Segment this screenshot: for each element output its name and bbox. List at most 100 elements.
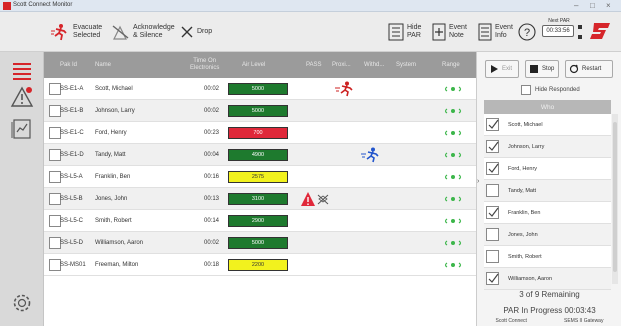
who-checkbox[interactable] (486, 228, 499, 241)
timer-adjust[interactable] (577, 24, 583, 40)
col-pak-id[interactable]: Pak Id (60, 52, 77, 78)
grid-header: Pak Id Name Time On Electronics Air Leve… (44, 52, 476, 78)
restart-button[interactable]: Restart (565, 60, 613, 78)
who-checkbox[interactable] (486, 250, 499, 263)
col-range[interactable]: Range (442, 52, 460, 78)
time-on-cell: 00:02 (204, 240, 220, 246)
acknowledge-silence-label: Acknowledge & Silence (133, 24, 175, 39)
checkmark-icon (488, 207, 499, 217)
event-note-label: Event Note (449, 24, 467, 39)
col-withdrawal[interactable]: Withd... (364, 52, 384, 78)
table-row[interactable]: SS-E1-C Ford, Henry 00:23 700 (44, 122, 476, 144)
who-list-item[interactable]: Smith, Robert (484, 246, 611, 268)
who-name: Smith, Robert (508, 254, 542, 260)
close-button[interactable]: × (606, 1, 611, 10)
who-list-item[interactable]: Jones, John (484, 224, 611, 246)
who-list-item[interactable]: Scott, Michael (484, 114, 611, 136)
svg-text:?: ? (524, 27, 530, 39)
log-view-icon[interactable] (10, 118, 34, 140)
event-info-label: Event Info (495, 24, 513, 39)
table-row[interactable]: SS-E1-D Tandy, Matt 00:04 4900 (44, 144, 476, 166)
help-icon: ? (518, 23, 536, 41)
who-list-item[interactable]: Johnson, Larry (484, 136, 611, 158)
event-note-button[interactable]: Event Note (432, 20, 467, 44)
table-row[interactable]: SS-L5-D Williamson, Aaron 00:02 5000 (44, 232, 476, 254)
stop-label: Stop (542, 66, 555, 72)
air-level-bar: 4900 (228, 149, 288, 161)
range-signal-icon (444, 130, 462, 136)
who-checkbox[interactable] (486, 206, 499, 219)
app-icon (3, 2, 11, 10)
time-on-cell: 00:13 (204, 196, 220, 202)
list-view-icon[interactable] (10, 60, 34, 82)
par-progress: PAR In Progress 00:03:43 (503, 306, 596, 315)
pak-id-cell: SS-L5-A (60, 174, 83, 180)
who-checkbox[interactable] (486, 140, 499, 153)
next-par-label: Next PAR (548, 18, 570, 24)
checkmark-icon (488, 119, 499, 129)
col-pass[interactable]: PASS (306, 52, 322, 78)
who-name: Williamson, Aaron (508, 276, 553, 282)
window-title: Scott Connect Monitor (13, 2, 73, 8)
who-scrollbar-thumb[interactable] (613, 122, 617, 272)
time-on-cell: 00:23 (204, 130, 220, 136)
table-row[interactable]: SS-L5-B Jones, John 00:13 3100 (44, 188, 476, 210)
event-info-button[interactable]: Event Info (478, 20, 513, 44)
hide-responded-checkbox[interactable] (521, 85, 531, 95)
range-signal-icon (444, 86, 462, 92)
pak-id-cell: SS-E1-D (60, 152, 84, 158)
col-time-on[interactable]: Time On Electronics (190, 52, 230, 78)
air-level-bar: 5000 (228, 83, 288, 95)
acknowledge-silence-button[interactable]: Acknowledge & Silence (112, 20, 175, 44)
col-system[interactable]: System (396, 52, 416, 78)
stop-button[interactable]: Stop (525, 60, 559, 78)
table-row[interactable]: SS-L5-A Franklin, Ben 00:16 2575 (44, 166, 476, 188)
who-list-item[interactable]: Ford, Henry (484, 158, 611, 180)
who-list-item[interactable]: Tandy, Matt (484, 180, 611, 202)
who-checkbox[interactable] (486, 272, 499, 285)
range-signal-icon (444, 152, 462, 158)
pak-id-cell: SS-L5-D (60, 240, 84, 246)
alarm-view-icon[interactable] (10, 86, 34, 108)
checkmark-icon (488, 141, 499, 151)
stop-icon (530, 65, 538, 73)
who-header: Who (484, 100, 611, 114)
col-proximity[interactable]: Proxi... (332, 52, 351, 78)
hide-par-button[interactable]: Hide PAR (388, 20, 421, 44)
air-level-bar: 2900 (228, 215, 288, 227)
evacuate-selected-button[interactable]: Evacuate Selected (50, 20, 102, 44)
drop-button[interactable]: Drop (180, 20, 212, 44)
air-level-bar: 700 (228, 127, 288, 139)
name-cell: Scott, Michael (95, 86, 133, 92)
time-on-cell: 00:04 (204, 152, 220, 158)
col-air-level[interactable]: Air Level (242, 52, 265, 78)
expand-panel-arrow[interactable]: › (477, 178, 484, 192)
help-button[interactable]: ? (518, 20, 536, 44)
pak-id-cell: SS-L5-C (60, 218, 84, 224)
who-checkbox[interactable] (486, 162, 499, 175)
maximize-button[interactable]: □ (590, 1, 595, 10)
who-list-item[interactable]: Williamson, Aaron (484, 268, 611, 290)
time-on-cell: 00:18 (204, 262, 220, 268)
evacuating-person-icon (361, 147, 379, 163)
time-on-cell: 00:14 (204, 218, 220, 224)
alarm-warning-icon[interactable] (300, 191, 332, 207)
table-row[interactable]: SS-E1-A Scott, Michael 00:02 5000 (44, 78, 476, 100)
settings-gear-icon[interactable] (10, 292, 34, 314)
table-row[interactable]: SS-E1-B Johnson, Larry 00:02 5000 (44, 100, 476, 122)
exit-button[interactable]: Exit (485, 60, 519, 78)
name-cell: Smith, Robert (95, 218, 132, 224)
col-name[interactable]: Name (95, 52, 111, 78)
table-row[interactable]: SS-MS01 Freeman, Milton 00:18 2200 (44, 254, 476, 276)
name-cell: Jones, John (95, 196, 128, 202)
table-row[interactable]: SS-L5-C Smith, Robert 00:14 2900 (44, 210, 476, 232)
who-checkbox[interactable] (486, 184, 499, 197)
hide-responded-toggle[interactable]: Hide Responded (521, 85, 580, 95)
who-list-item[interactable]: Franklin, Ben (484, 202, 611, 224)
play-icon (491, 65, 498, 73)
who-checkbox[interactable] (486, 118, 499, 131)
minimize-button[interactable]: – (574, 1, 578, 10)
name-cell: Ford, Henry (95, 130, 127, 136)
name-cell: Johnson, Larry (95, 108, 135, 114)
window-titlebar: Scott Connect Monitor – □ × (0, 0, 621, 12)
